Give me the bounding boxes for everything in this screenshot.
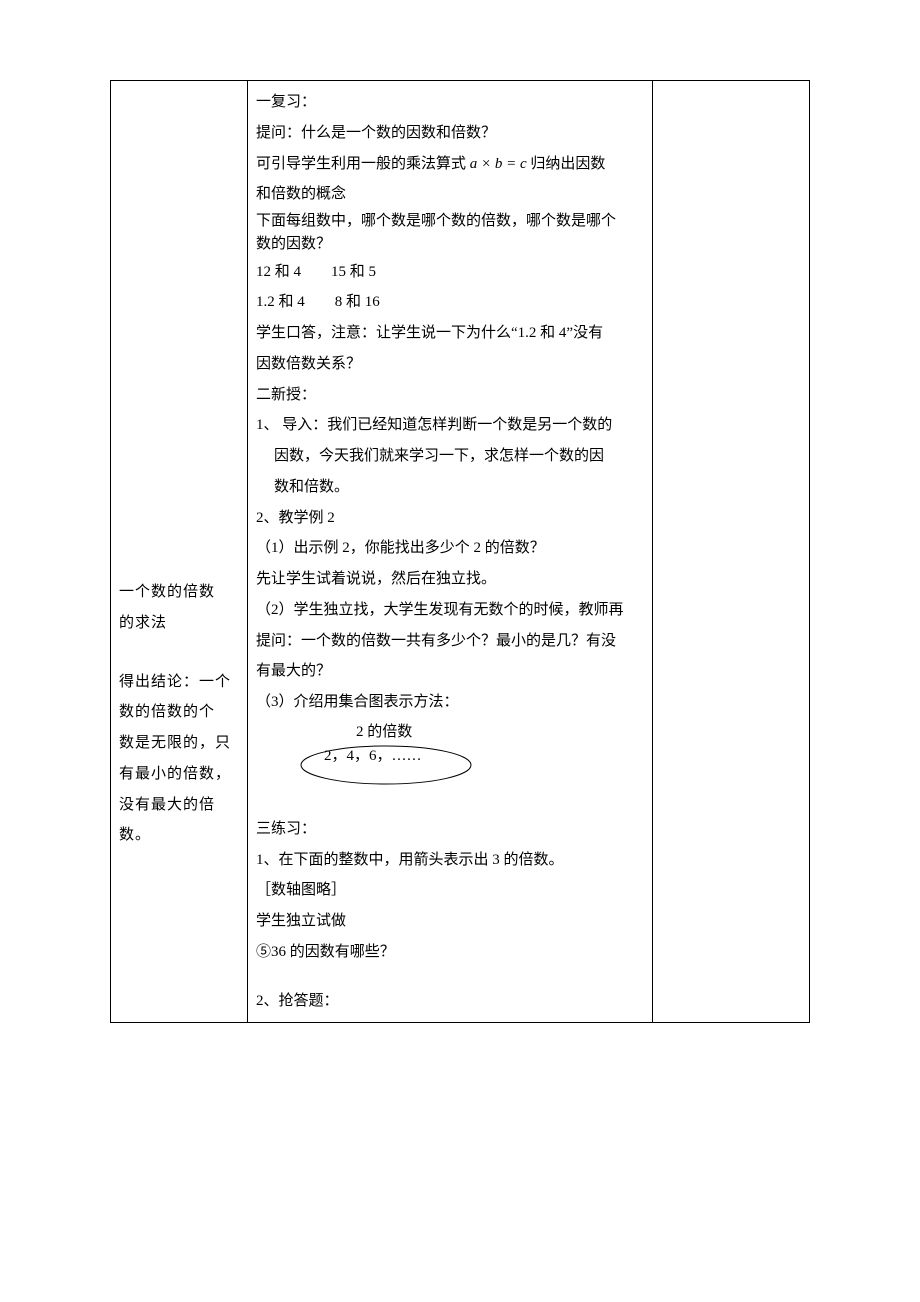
body-text-part: 可引导学生利用一般的乘法算式 [256,156,470,172]
sub-item: （3）介绍用集合图表示方法： [256,687,644,718]
body-text: 先让学生试着说说，然后在独立找。 [256,564,644,595]
math-expression: a × b = c [470,156,527,172]
left-conclusion-block: 得出结论：一个 数的倍数的个 数是无限的，只 有最小的倍数， 没有最大的倍 数。 [119,667,239,852]
body-text: 下面每组数中，哪个数是哪个数的倍数，哪个数是哪个 [256,210,644,233]
body-text: 提问：一个数的倍数一共有多少个？最小的是几？有没 [256,626,644,657]
sub-item: （2）学生独立找，大学生发现有无数个的时候，教师再 [256,595,644,626]
body-text-part: 归纳出因数 [527,156,606,172]
right-column [653,81,810,1023]
body-text: 学生独立试做 [256,906,644,937]
body-text: 因数倍数关系？ [256,349,644,380]
left-text: 得出结论：一个 [119,667,239,698]
body-text: 学生口答，注意：让学生说一下为什么“1.2 和 4”没有 [256,318,644,349]
body-text: 和倍数的概念 [256,179,644,210]
left-text: 数是无限的，只 [119,728,239,759]
section-heading: 二新授： [256,380,644,411]
set-diagram-label: 2 的倍数 [296,720,516,744]
page: 一个数的倍数 的求法 得出结论：一个 数的倍数的个 数是无限的，只 有最小的倍数… [0,0,920,1083]
number-pairs: 1.2 和 4 8 和 16 [256,287,644,318]
body-text: ⑤36 的因数有哪些？ [256,937,644,968]
list-item: 2、抢答题： [256,986,644,1017]
left-column: 一个数的倍数 的求法 得出结论：一个 数的倍数的个 数是无限的，只 有最小的倍数… [111,81,248,1023]
body-text: ［数轴图略］ [256,875,644,906]
number-pairs: 12 和 4 15 和 5 [256,257,644,288]
set-diagram: 2 的倍数 2，4，6，…… [296,720,516,792]
section-heading: 三练习： [256,814,644,845]
left-text: 有最小的倍数， [119,759,239,790]
list-item: 1、 导入：我们已经知道怎样判断一个数是另一个数的 [256,410,644,441]
body-text: 提问：什么是一个数的因数和倍数？ [256,118,644,149]
left-topic-block: 一个数的倍数 的求法 [119,577,239,639]
body-text: 数的因数？ [256,233,644,256]
list-item-cont: 数和倍数。 [256,472,644,503]
left-text: 没有最大的倍 [119,790,239,821]
left-text: 数。 [119,820,239,851]
set-diagram-content: 2，4，6，…… [324,746,422,767]
middle-column: 一复习： 提问：什么是一个数的因数和倍数？ 可引导学生利用一般的乘法算式 a ×… [248,81,653,1023]
section-heading: 一复习： [256,87,644,118]
body-text: 有最大的？ [256,656,644,687]
body-text: 可引导学生利用一般的乘法算式 a × b = c 归纳出因数 [256,149,644,180]
table-row: 一个数的倍数 的求法 得出结论：一个 数的倍数的个 数是无限的，只 有最小的倍数… [111,81,810,1023]
left-text: 的求法 [119,608,239,639]
lesson-plan-table: 一个数的倍数 的求法 得出结论：一个 数的倍数的个 数是无限的，只 有最小的倍数… [110,80,810,1023]
list-item: 2、教学例 2 [256,503,644,534]
left-text: 一个数的倍数 [119,577,239,608]
list-item: 1、在下面的整数中，用箭头表示出 3 的倍数。 [256,845,644,876]
sub-item: （1）出示例 2，你能找出多少个 2 的倍数？ [256,533,644,564]
left-text: 数的倍数的个 [119,697,239,728]
list-item-cont: 因数，今天我们就来学习一下，求怎样一个数的因 [256,441,644,472]
